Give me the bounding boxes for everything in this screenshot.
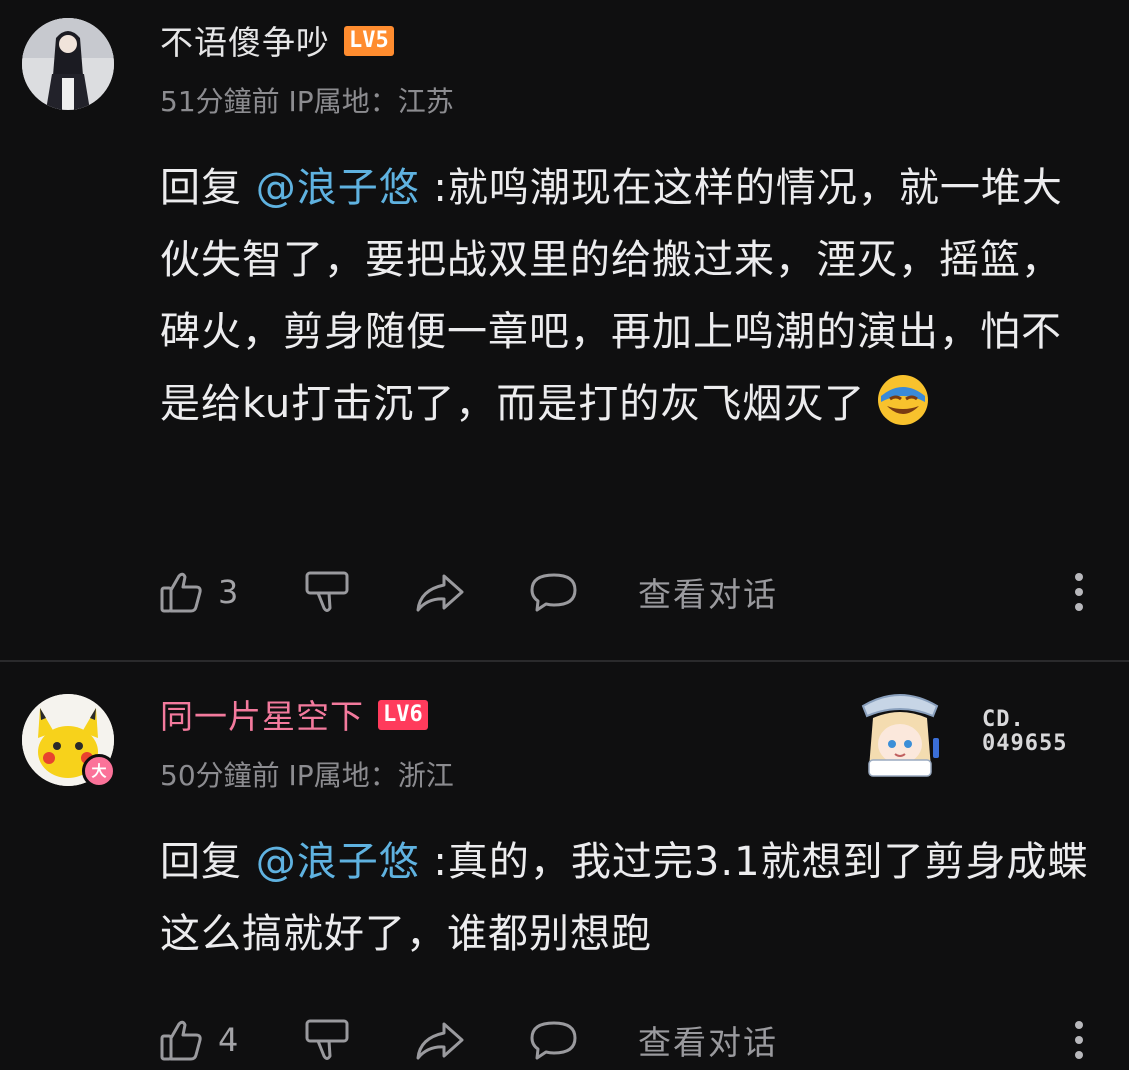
reply-prefix: 回复 [160, 165, 242, 211]
vip-badge: 大 [82, 754, 116, 788]
comment-divider [0, 660, 1129, 662]
ip-location: IP属地：江苏 [288, 85, 454, 118]
thumbs-down-icon [303, 1016, 351, 1064]
mention-link[interactable]: @浪子悠 [256, 165, 420, 211]
chat-bubble-icon [528, 1016, 580, 1064]
avatar[interactable] [22, 18, 114, 110]
username[interactable]: 不语傻争吵 LV5 [160, 16, 394, 64]
username-text[interactable]: 同一片星空下 [160, 697, 364, 736]
more-options-button[interactable] [1062, 1010, 1096, 1070]
decoration-number: CD. 049655 [982, 708, 1067, 756]
level-badge: LV6 [378, 699, 428, 730]
comment-meta: 50分鐘前 IP属地：浙江 [160, 754, 454, 794]
comment-meta: 51分鐘前 IP属地：江苏 [160, 80, 454, 120]
timestamp: 51分鐘前 [160, 85, 280, 118]
username[interactable]: 同一片星空下 LV6 [160, 690, 428, 738]
chat-bubble-icon [528, 568, 580, 616]
share-button[interactable] [414, 1010, 466, 1070]
share-button[interactable] [414, 562, 466, 622]
reply-button[interactable] [528, 1010, 580, 1070]
share-arrow-icon [414, 568, 466, 616]
like-button[interactable]: 4 [158, 1010, 238, 1070]
reply-button[interactable] [528, 562, 580, 622]
like-count: 4 [218, 1021, 239, 1059]
comment-text: 回复 @浪子悠 :就鸣潮现在这样的情况，就一堆大伙失智了，要把战双里的给搬过来，… [160, 152, 1100, 440]
dislike-button[interactable] [303, 1010, 351, 1070]
dislike-button[interactable] [303, 562, 351, 622]
username-text[interactable]: 不语傻争吵 [160, 23, 330, 62]
level-badge: LV5 [344, 25, 394, 56]
comment-actions: 3 查看对话 [0, 562, 1129, 622]
more-vertical-icon [1074, 1020, 1084, 1060]
thumbs-up-icon [158, 568, 206, 616]
like-button[interactable]: 3 [158, 562, 238, 622]
decoration-number-line: 049655 [982, 731, 1068, 756]
decoration-number-line: CD. [982, 707, 1025, 732]
laughing-crying-emoji-icon [875, 372, 931, 428]
more-vertical-icon [1074, 572, 1084, 612]
more-options-button[interactable] [1062, 562, 1096, 622]
timestamp: 50分鐘前 [160, 759, 280, 792]
thumbs-up-icon [158, 1016, 206, 1064]
view-conversation-link[interactable]: 查看对话 [638, 562, 778, 622]
mention-link[interactable]: @浪子悠 [256, 839, 420, 885]
decoration-card-icon[interactable] [855, 688, 945, 780]
share-arrow-icon [414, 1016, 466, 1064]
view-conversation-link[interactable]: 查看对话 [638, 1010, 778, 1070]
like-count: 3 [218, 573, 239, 611]
comment-text: 回复 @浪子悠 :真的，我过完3.1就想到了剪身成蝶这么搞就好了，谁都别想跑 [160, 826, 1100, 970]
comment-actions: 4 查看对话 [0, 1010, 1129, 1070]
thumbs-down-icon [303, 568, 351, 616]
ip-location: IP属地：浙江 [288, 759, 454, 792]
reply-prefix: 回复 [160, 839, 242, 885]
